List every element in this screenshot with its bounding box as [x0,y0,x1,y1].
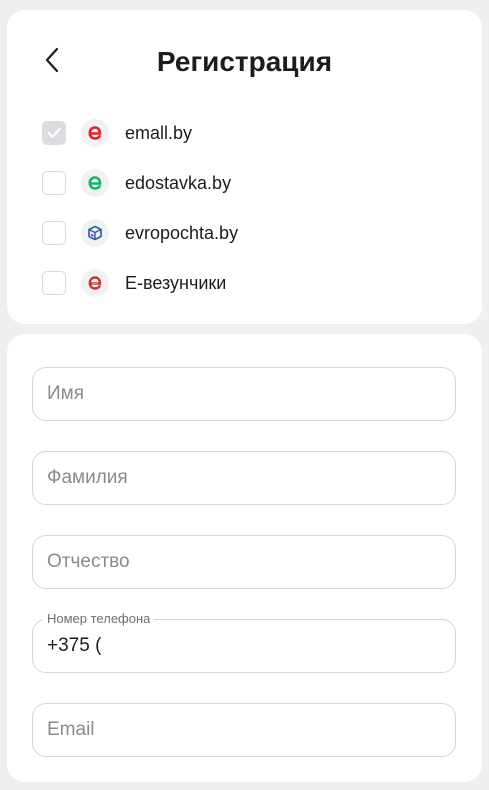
email-field[interactable] [32,703,456,757]
site-label-emall: emall.by [125,122,193,143]
site-checkbox-emall[interactable] [42,121,66,145]
site-row-emall[interactable]: emall.by [42,108,462,158]
middle-name-field[interactable] [32,535,456,589]
site-row-e-vezunchiki[interactable]: Е-везунчики [42,258,462,308]
site-row-edostavka[interactable]: edostavka.by [42,158,462,208]
last-name-field[interactable] [32,451,456,505]
site-checkbox-edostavka[interactable] [42,171,66,195]
first-name-input[interactable] [47,368,441,420]
phone-input[interactable] [47,620,441,672]
site-label-e-vezunchiki: Е-везунчики [125,272,227,293]
edostavka-logo-icon [81,169,109,197]
site-row-evropochta[interactable]: evropochta.by [42,208,462,258]
middle-name-input[interactable] [47,536,441,588]
emall-logo-icon [81,119,109,147]
e-vezunchiki-logo-icon [81,269,109,297]
site-label-edostavka: edostavka.by [125,172,232,193]
email-input[interactable] [47,704,441,756]
phone-field[interactable]: Номер телефона [32,610,456,673]
site-checkbox-evropochta[interactable] [42,221,66,245]
site-label-evropochta: evropochta.by [125,222,239,243]
page-title: Регистрация [156,46,333,77]
checkmark-icon [47,128,61,138]
registration-form-card: Номер телефона [7,334,482,782]
site-list: emall.by edostavka.by evropochta.by Е-ве… [42,108,462,308]
site-checkbox-e-vezunchiki[interactable] [42,271,66,295]
evropochta-logo-icon [81,219,109,247]
last-name-input[interactable] [47,452,441,504]
first-name-field[interactable] [32,367,456,421]
site-selection-card: Регистрация emall.by edostavka.by evropo… [7,10,482,324]
